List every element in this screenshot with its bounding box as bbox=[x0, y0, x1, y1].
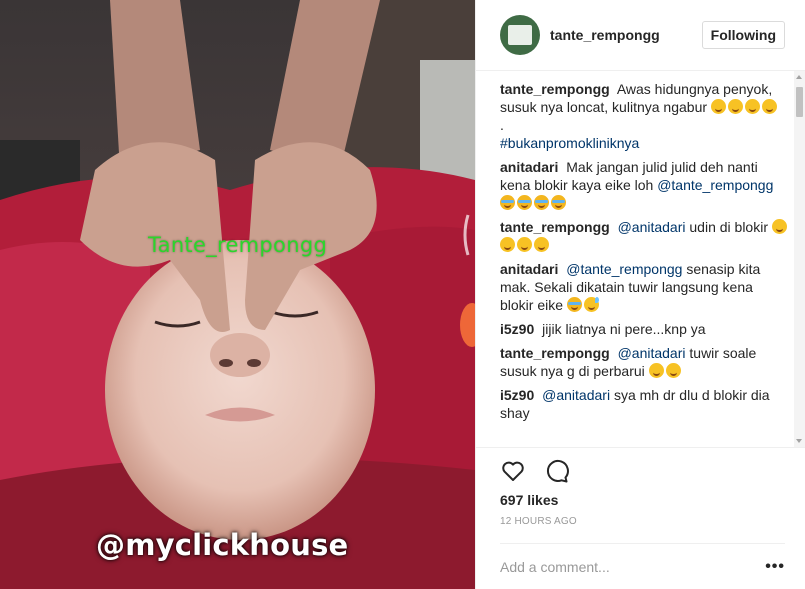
comment-icon[interactable] bbox=[544, 458, 570, 484]
comment-username[interactable]: i5z90 bbox=[500, 321, 534, 337]
avatar[interactable] bbox=[500, 15, 540, 55]
action-icons bbox=[500, 448, 782, 494]
smiling-face-icon bbox=[761, 99, 777, 114]
comment-mention[interactable]: @tante_rempongg bbox=[657, 177, 773, 193]
comment-username[interactable]: tante_rempongg bbox=[500, 219, 610, 235]
list-item: tante_rempongg @anitadari udin di blokir bbox=[500, 218, 790, 254]
following-button[interactable]: Following bbox=[701, 21, 785, 49]
post-header: tante_rempongg Following bbox=[476, 0, 805, 71]
smiling-face-icon bbox=[517, 237, 532, 252]
caption-hashtag[interactable]: #bukanpromokliniknya bbox=[500, 134, 790, 152]
post-author-username[interactable]: tante_rempongg bbox=[550, 27, 702, 43]
add-comment-bar: ••• bbox=[500, 543, 785, 589]
smiling-face-icon bbox=[534, 237, 549, 252]
comments-list[interactable]: tante_rempongg Awas hidungnya penyok, su… bbox=[500, 80, 790, 446]
comment-text: udin di blokir bbox=[689, 219, 768, 235]
caption: tante_rempongg Awas hidungnya penyok, su… bbox=[500, 80, 790, 152]
scrollbar-thumb[interactable] bbox=[796, 87, 803, 117]
list-item: tante_rempongg @anitadari tuwir soale su… bbox=[500, 344, 790, 380]
comment-mention[interactable]: @anitadari bbox=[542, 387, 610, 403]
comment-username[interactable]: anitadari bbox=[500, 261, 558, 277]
comment-mention[interactable]: @anitadari bbox=[618, 345, 686, 361]
scroll-up-arrow-icon[interactable] bbox=[796, 75, 802, 79]
comment-username[interactable]: tante_rempongg bbox=[500, 345, 610, 361]
comment-mention[interactable]: @tante_rempongg bbox=[566, 261, 682, 277]
more-options-icon[interactable]: ••• bbox=[765, 558, 785, 576]
smiling-face-icon bbox=[771, 219, 787, 234]
comment-text: jijik liatnya ni pere...knp ya bbox=[542, 321, 706, 337]
post-video[interactable]: Tante_rempongg @myclickhouse bbox=[0, 0, 475, 589]
video-overlay-caption: Tante_rempongg bbox=[148, 233, 328, 257]
list-item: i5z90 @anitadari sya mh dr dlu d blokir … bbox=[500, 386, 790, 422]
comment-username[interactable]: i5z90 bbox=[500, 387, 534, 403]
smiling-face-icon bbox=[648, 363, 664, 378]
add-comment-input[interactable] bbox=[500, 558, 766, 575]
likes-count[interactable]: 697 likes bbox=[500, 492, 782, 508]
crying-laughing-icon bbox=[534, 195, 549, 210]
smiling-face-icon bbox=[727, 99, 743, 114]
list-item: anitadari Mak jangan julid julid deh nan… bbox=[500, 158, 790, 212]
caption-dot: . bbox=[500, 117, 504, 133]
heart-icon[interactable] bbox=[500, 458, 526, 484]
smiling-face-icon bbox=[710, 99, 726, 114]
smiling-face-icon bbox=[500, 237, 515, 252]
list-item: i5z90 jijik liatnya ni pere...knp ya bbox=[500, 320, 790, 338]
smiling-face-icon bbox=[744, 99, 760, 114]
video-frame bbox=[0, 0, 475, 589]
post-timestamp[interactable]: 12 HOURS AGO bbox=[500, 516, 782, 527]
comment-mention[interactable]: @anitadari bbox=[618, 219, 686, 235]
list-item: anitadari @tante_rempongg senasip kita m… bbox=[500, 260, 790, 314]
crying-laughing-icon bbox=[566, 297, 582, 312]
smiling-face-icon bbox=[665, 363, 681, 378]
comment-text: sya mh dr dlu d blokir dia shay bbox=[500, 387, 770, 421]
comment-username[interactable]: anitadari bbox=[500, 159, 558, 175]
caption-username[interactable]: tante_rempongg bbox=[500, 81, 610, 97]
sweat-smile-icon bbox=[583, 297, 599, 312]
crying-laughing-icon bbox=[551, 195, 566, 210]
crying-laughing-icon bbox=[517, 195, 532, 210]
post-side-panel: tante_rempongg Following tante_rempongg … bbox=[475, 0, 805, 589]
crying-laughing-icon bbox=[500, 195, 515, 210]
comments-scrollbar[interactable] bbox=[794, 71, 805, 447]
post-actions: 697 likes 12 HOURS AGO bbox=[476, 447, 805, 543]
video-watermark: @myclickhouse bbox=[96, 528, 349, 562]
scroll-down-arrow-icon[interactable] bbox=[796, 439, 802, 443]
post-modal: Tante_rempongg @myclickhouse tante_rempo… bbox=[0, 0, 805, 589]
